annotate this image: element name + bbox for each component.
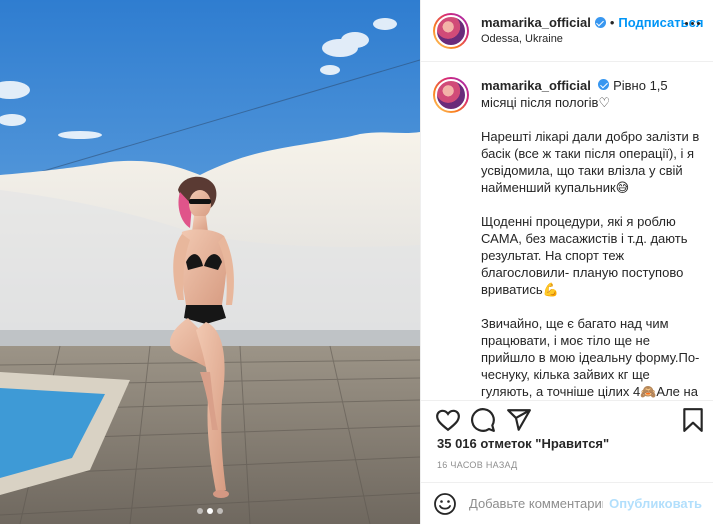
carousel-dot-active[interactable]: [207, 508, 213, 514]
heart-icon[interactable]: [435, 407, 461, 433]
username-link[interactable]: mamarika_official: [481, 15, 591, 31]
comment-box: Опубликовать: [421, 482, 713, 524]
caption-text: mamarika_official Рівно 1,5 місяці після…: [481, 77, 700, 400]
emoji-icon[interactable]: [433, 492, 457, 516]
location-link[interactable]: Odessa, Ukraine: [481, 33, 713, 47]
likes-count[interactable]: 35 016 отметок "Нравится": [437, 436, 609, 451]
post-header: mamarika_official • Подписаться Odessa, …: [421, 0, 713, 62]
verified-badge-icon: [594, 17, 606, 29]
publish-button[interactable]: Опубликовать: [609, 496, 702, 511]
caption-paragraph-3: Щоденні процедури, які я роблю САМА, без…: [481, 214, 688, 297]
caption-area[interactable]: mamarika_official Рівно 1,5 місяці після…: [421, 63, 713, 400]
action-icons: [435, 407, 705, 439]
avatar[interactable]: [433, 12, 469, 49]
post-side-panel: mamarika_official • Подписаться Odessa, …: [420, 0, 713, 524]
post-photo[interactable]: [0, 0, 420, 524]
avatar-image: [435, 14, 467, 47]
post-photo-image: [0, 0, 420, 524]
caption-username-link[interactable]: mamarika_official: [481, 78, 591, 93]
carousel-dots: [0, 508, 420, 514]
comment-input[interactable]: [469, 496, 604, 511]
caption-row: mamarika_official Рівно 1,5 місяці після…: [433, 77, 700, 400]
comment-icon[interactable]: [470, 407, 496, 433]
bookmark-icon[interactable]: [680, 407, 706, 433]
caption-avatar-image: [435, 79, 467, 111]
post-header-text: mamarika_official • Подписаться Odessa, …: [481, 15, 713, 47]
carousel-dot[interactable]: [197, 508, 203, 514]
separator-dot: •: [609, 14, 615, 30]
post-timestamp[interactable]: 16 часов назад: [437, 460, 518, 470]
verified-badge-icon: [598, 79, 610, 90]
caption-paragraph-4: Звичайно, ще є багато над чим працювати,…: [481, 316, 700, 399]
share-icon[interactable]: [506, 407, 532, 433]
caption-paragraph-2: Нарешті лікарі дали добро залізти в басі…: [481, 129, 700, 195]
carousel-dot[interactable]: [217, 508, 223, 514]
more-options-icon[interactable]: [685, 22, 700, 25]
caption-avatar[interactable]: [433, 77, 469, 113]
